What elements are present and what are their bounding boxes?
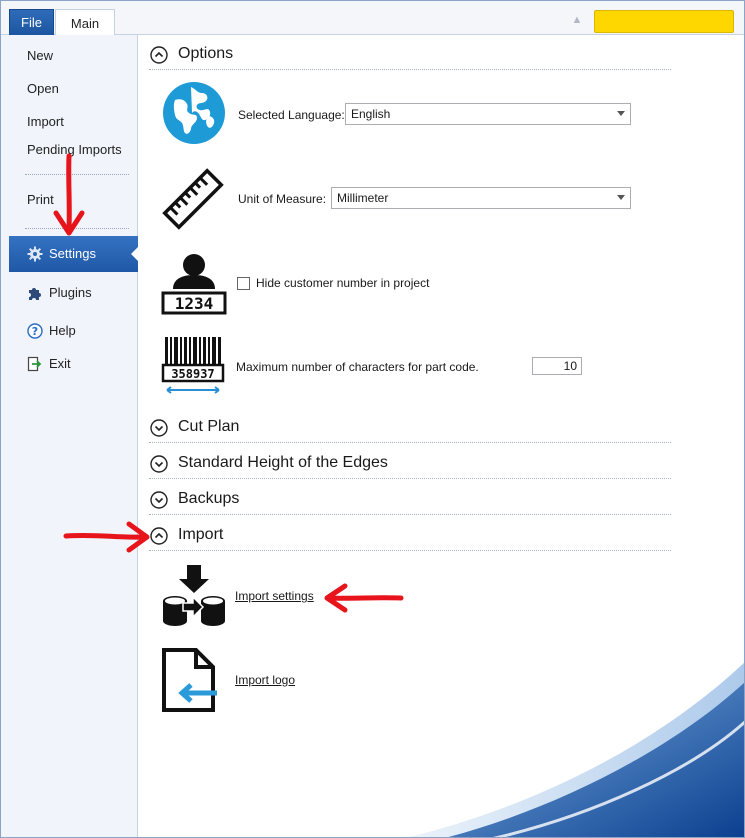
application-window: File Main ▲ New Open Import Pending Impo… [0, 0, 745, 838]
import-logo-link[interactable]: Import logo [235, 672, 295, 688]
ribbon-tab-strip: File Main ▲ [1, 1, 744, 36]
menu-item-new[interactable]: New [9, 45, 137, 67]
customer-number-icon: 1234 [161, 254, 227, 315]
highlight-box [594, 10, 734, 33]
hide-customer-label: Hide customer number in project [256, 276, 430, 290]
language-label: Selected Language: [238, 108, 345, 122]
menu-item-settings-label: Settings [49, 246, 96, 261]
menu-item-settings[interactable]: Settings [9, 236, 139, 272]
selection-notch [131, 246, 139, 262]
language-select-value: English [351, 107, 391, 121]
puzzle-icon [29, 288, 41, 300]
section-options-header[interactable]: Options [149, 40, 671, 70]
section-cut-plan-header[interactable]: Cut Plan [149, 413, 671, 443]
chevron-up-icon[interactable] [150, 46, 168, 64]
unit-select[interactable]: Millimeter [331, 187, 631, 209]
tab-file[interactable]: File [9, 9, 54, 35]
menu-item-import[interactable]: Import [9, 111, 137, 133]
gear-icon [27, 246, 43, 262]
exit-icon [27, 356, 42, 372]
menu-item-help[interactable]: ? Help [9, 320, 137, 342]
barcode-icon: 358937 [161, 337, 225, 394]
annotation-arrow-right [63, 521, 150, 553]
section-edge-height-title: Standard Height of the Edges [178, 454, 388, 471]
chevron-down-icon[interactable] [150, 419, 168, 437]
menu-item-open[interactable]: Open [9, 78, 137, 100]
svg-text:?: ? [32, 325, 38, 338]
menu-item-plugins[interactable]: Plugins [9, 282, 137, 304]
collapse-ribbon-icon[interactable]: ▲ [568, 12, 586, 28]
chevron-down-icon[interactable] [150, 455, 168, 473]
tab-main[interactable]: Main [55, 9, 115, 36]
chevron-down-icon[interactable] [150, 491, 168, 509]
unit-select-value: Millimeter [337, 191, 389, 205]
barcode-icon-text: 358937 [171, 367, 214, 381]
section-backups-header[interactable]: Backups [149, 485, 671, 515]
section-import-title: Import [178, 526, 224, 543]
ruler-icon [162, 168, 224, 230]
menu-item-help-label: Help [49, 323, 76, 338]
hide-customer-checkbox[interactable] [237, 277, 250, 290]
language-select[interactable]: English [345, 103, 631, 125]
section-backups-title: Backups [178, 490, 240, 507]
section-import-header[interactable]: Import [149, 521, 671, 551]
globe-icon [163, 82, 225, 144]
decorative-swoosh [409, 662, 744, 837]
import-settings-link[interactable]: Import settings [235, 588, 314, 604]
annotation-arrow-left [324, 583, 404, 613]
menu-item-exit-label: Exit [49, 356, 71, 371]
unit-label: Unit of Measure: [238, 192, 327, 206]
section-options-title: Options [178, 45, 234, 62]
import-logo-icon [162, 648, 217, 712]
chevron-down-icon [617, 195, 625, 200]
partcode-length-input[interactable]: 10 [532, 357, 582, 375]
menu-item-exit[interactable]: Exit [9, 353, 137, 375]
customer-number-icon-text: 1234 [175, 294, 214, 313]
import-settings-icon [163, 565, 225, 626]
section-edge-height-header[interactable]: Standard Height of the Edges [149, 449, 671, 479]
section-cut-plan-title: Cut Plan [178, 418, 240, 435]
chevron-down-icon [617, 111, 625, 116]
annotation-arrow-down [53, 153, 85, 236]
help-icon: ? [27, 323, 43, 339]
menu-item-plugins-label: Plugins [49, 285, 92, 300]
partcode-label: Maximum number of characters for part co… [236, 360, 479, 374]
